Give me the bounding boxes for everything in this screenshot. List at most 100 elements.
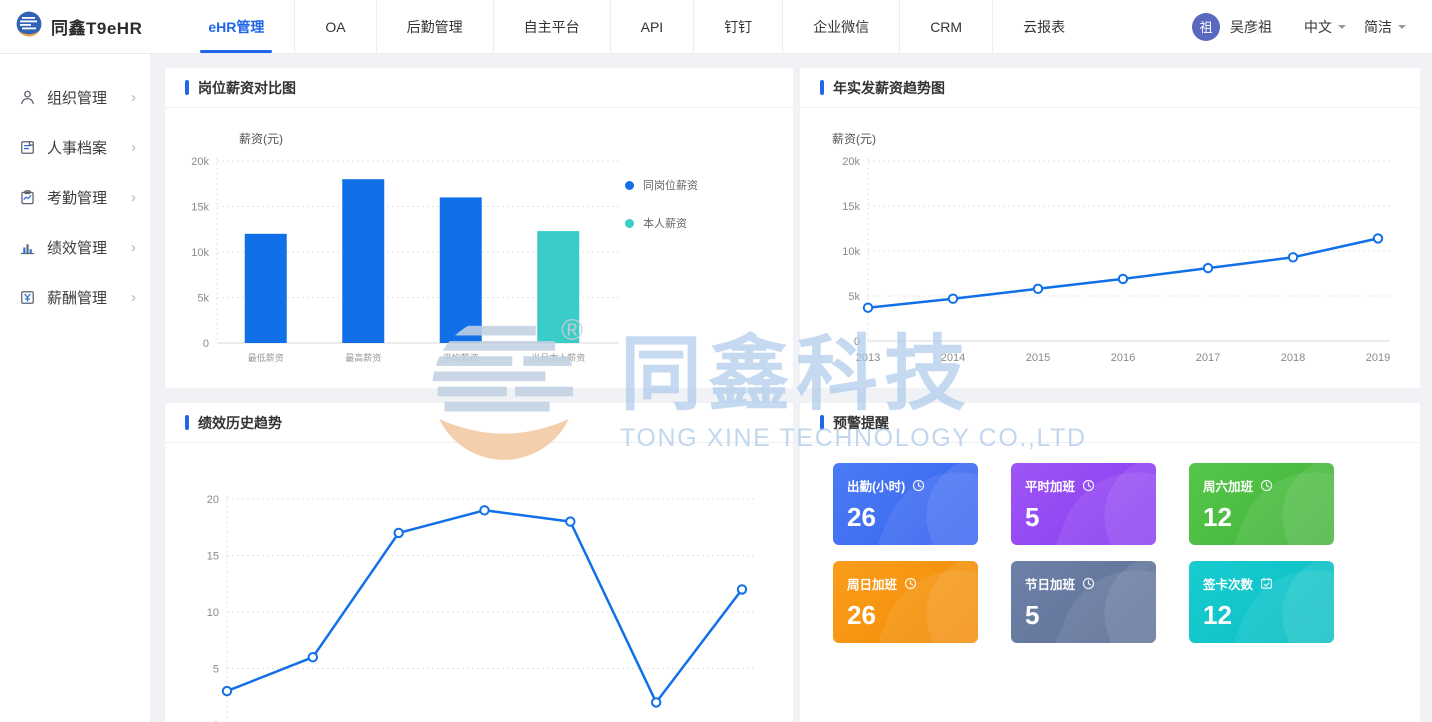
alert-card-3: 周六加班 12 [1189, 463, 1334, 545]
card-value: 5 [1025, 502, 1142, 533]
chevron-right-icon: › [131, 139, 136, 156]
panel-salary-compare: 岗位薪资对比图 薪资(元) 05k10k15k20k最低薪资最高薪资平均薪资当月… [165, 68, 793, 388]
clock-icon [904, 577, 917, 590]
legend-item[interactable]: 本人薪资 [625, 215, 765, 231]
svg-text:2017: 2017 [1196, 352, 1220, 364]
alert-card-1: 出勤(小时)26 [833, 463, 978, 545]
sidebar-item-label: 人事档案 [47, 137, 131, 158]
svg-text:20: 20 [207, 494, 219, 506]
panel-title: 预警提醒 [833, 413, 889, 433]
app-logo[interactable]: 同鑫T9eHR [0, 11, 160, 42]
nav-tab-1[interactable]: eHR管理 [178, 0, 295, 53]
title-accent-bar [185, 415, 189, 430]
svg-text:2014: 2014 [941, 352, 965, 364]
nav-tab-6[interactable]: 钉钉 [694, 0, 783, 53]
title-accent-bar [820, 80, 824, 95]
svg-text:2013: 2013 [856, 352, 880, 364]
card-label: 签卡次数 [1203, 574, 1253, 593]
chevron-right-icon: › [131, 89, 136, 106]
y-axis-label: 薪资(元) [832, 130, 1420, 147]
svg-text:最高薪资: 最高薪资 [345, 352, 381, 363]
sidebar: 组织管理›人事档案›考勤管理›绩效管理›薪酬管理› [0, 54, 150, 722]
chevron-right-icon: › [131, 239, 136, 256]
svg-text:5k: 5k [848, 291, 860, 303]
avatar[interactable]: 祖 [1192, 13, 1220, 41]
panel-head: 预警提醒 [800, 403, 1420, 443]
legend-label: 本人薪资 [643, 215, 687, 231]
card-value: 12 [1203, 600, 1320, 631]
clock-icon [1260, 479, 1273, 492]
card-value: 26 [847, 502, 964, 533]
legend-dot-icon [625, 181, 634, 190]
chevron-down-icon [1398, 25, 1406, 33]
card-label: 节日加班 [1025, 574, 1075, 593]
nav-tab-5[interactable]: API [611, 0, 695, 53]
y-axis-label: 薪资(元) [239, 130, 793, 147]
salary-compare-bar-chart: 05k10k15k20k最低薪资最高薪资平均薪资当月本人薪资 [165, 147, 625, 369]
user-icon [18, 88, 36, 106]
performance-trend-line-chart: 05101520星期一星期二星期三星期四星期五星期六星期天 [177, 485, 772, 722]
calendar-icon [1260, 577, 1273, 590]
sidebar-item-label: 考勤管理 [47, 187, 131, 208]
sidebar-item-2[interactable]: 人事档案› [0, 122, 150, 172]
main-content: 岗位薪资对比图 薪资(元) 05k10k15k20k最低薪资最高薪资平均薪资当月… [150, 54, 1432, 722]
nav-tab-2[interactable]: OA [295, 0, 376, 53]
svg-text:10k: 10k [842, 246, 860, 258]
nav-tab-8[interactable]: CRM [900, 0, 993, 53]
app-title: 同鑫T9eHR [51, 14, 142, 39]
language-select[interactable]: 中文 [1304, 17, 1346, 37]
legend-item[interactable]: 同岗位薪资 [625, 177, 765, 193]
alert-cards: 出勤(小时)26 平时加班5 周六加班 12 周日加班 26 节日加班 5 签卡次数 12 [800, 443, 1420, 643]
svg-text:15k: 15k [191, 202, 209, 214]
card-label: 周日加班 [847, 574, 897, 593]
svg-text:2015: 2015 [1026, 352, 1050, 364]
bar-chart-icon [18, 238, 36, 256]
nav-tab-9[interactable]: 云报表 [993, 0, 1095, 53]
nav-tab-7[interactable]: 企业微信 [783, 0, 900, 53]
theme-label: 简洁 [1364, 17, 1392, 37]
title-accent-bar [820, 415, 824, 430]
svg-text:10k: 10k [191, 247, 209, 259]
svg-text:20k: 20k [842, 156, 860, 168]
sidebar-item-label: 组织管理 [47, 87, 131, 108]
sidebar-item-1[interactable]: 组织管理› [0, 72, 150, 122]
user-name[interactable]: 吴彦祖 [1230, 17, 1272, 37]
alert-card-2: 平时加班5 [1011, 463, 1156, 545]
svg-text:2016: 2016 [1111, 352, 1135, 364]
svg-text:0: 0 [854, 336, 860, 348]
chevron-right-icon: › [131, 289, 136, 306]
alert-card-4: 周日加班 26 [833, 561, 978, 643]
svg-text:平均薪资: 平均薪资 [443, 352, 479, 363]
svg-text:20k: 20k [191, 156, 209, 168]
theme-select[interactable]: 简洁 [1364, 17, 1406, 37]
sidebar-item-4[interactable]: 绩效管理› [0, 222, 150, 272]
panel-title: 年实发薪资趋势图 [833, 78, 945, 98]
legend-label: 同岗位薪资 [643, 177, 698, 193]
card-label: 周六加班 [1203, 476, 1253, 495]
svg-text:5: 5 [213, 664, 219, 676]
svg-text:10: 10 [207, 607, 219, 619]
clipboard-icon [18, 188, 36, 206]
sidebar-item-5[interactable]: 薪酬管理› [0, 272, 150, 322]
chevron-down-icon [1338, 25, 1346, 33]
panel-head: 绩效历史趋势 [165, 403, 793, 443]
sidebar-item-3[interactable]: 考勤管理› [0, 172, 150, 222]
panel-salary-trend: 年实发薪资趋势图 薪资(元) 05k10k15k20k2013201420152… [800, 68, 1420, 388]
card-value: 26 [847, 600, 964, 631]
panel-performance-trend: 绩效历史趋势 05101520星期一星期二星期三星期四星期五星期六星期天 [165, 403, 793, 722]
card-value: 5 [1025, 600, 1142, 631]
panel-title: 岗位薪资对比图 [198, 78, 296, 98]
svg-text:2019: 2019 [1366, 352, 1390, 364]
nav-tab-4[interactable]: 自主平台 [494, 0, 611, 53]
nav-tab-3[interactable]: 后勤管理 [377, 0, 494, 53]
chevron-right-icon: › [131, 189, 136, 206]
alert-card-5: 节日加班 5 [1011, 561, 1156, 643]
top-header: 同鑫T9eHR eHR管理OA后勤管理自主平台API钉钉企业微信CRM云报表 祖… [0, 0, 1432, 54]
svg-text:2018: 2018 [1281, 352, 1305, 364]
svg-text:当月本人薪资: 当月本人薪资 [531, 352, 585, 363]
panel-head: 年实发薪资趋势图 [800, 68, 1420, 108]
panel-title: 绩效历史趋势 [198, 413, 282, 433]
card-value: 12 [1203, 502, 1320, 533]
svg-text:0: 0 [203, 338, 209, 350]
sidebar-item-label: 薪酬管理 [47, 287, 131, 308]
